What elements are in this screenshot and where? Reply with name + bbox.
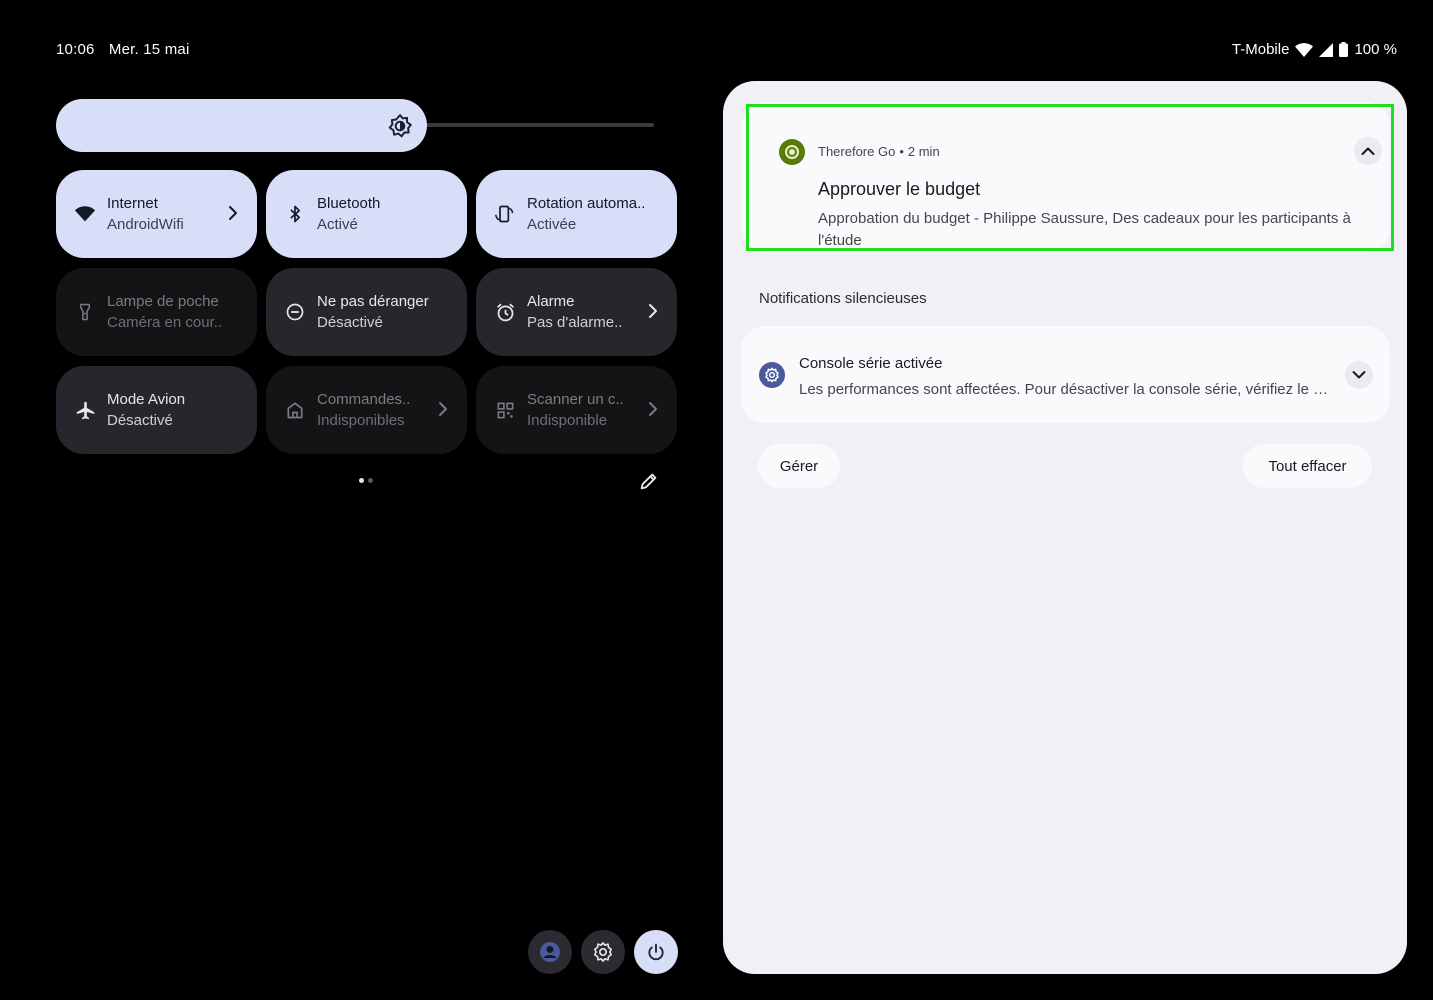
home-icon — [284, 399, 306, 421]
rotation-icon — [494, 203, 516, 225]
chevron-right-icon[interactable] — [227, 204, 239, 222]
flashlight-icon — [74, 301, 96, 323]
notification-therefore-go[interactable]: Therefore Go • 2 min Approuver le budget A… — [742, 102, 1390, 252]
status-bar-left: 10:06 Mer. 15 mai — [56, 41, 189, 58]
tile-text: Scanner un c.. Indisponible — [527, 389, 624, 431]
tile-text: Internet AndroidWifi — [107, 193, 184, 235]
tile-subtitle: Indisponibles — [317, 412, 405, 429]
silent-section-label: Notifications silencieuses — [759, 290, 927, 307]
tile-wifi[interactable]: Internet AndroidWifi — [56, 170, 257, 258]
tile-subtitle: Pas d'alarme.. — [527, 314, 623, 331]
clear-all-button[interactable]: Tout effacer — [1243, 444, 1372, 488]
tile-subtitle: AndroidWifi — [107, 216, 184, 233]
alarm-icon — [494, 301, 516, 323]
therefore-go-app-icon — [779, 139, 805, 165]
silent-notification-body: Les performances sont affectées. Pour dé… — [799, 381, 1329, 398]
qs-pager — [359, 478, 373, 483]
chevron-up-icon — [1361, 147, 1375, 155]
brightness-slider[interactable] — [56, 99, 654, 152]
pager-dot-active — [359, 478, 364, 483]
tile-title: Scanner un c.. — [527, 391, 624, 408]
tile-bluetooth[interactable]: Bluetooth Activé — [266, 170, 467, 258]
settings-button[interactable] — [581, 930, 625, 974]
power-button[interactable] — [634, 930, 678, 974]
tile-title: Commandes.. — [317, 391, 411, 408]
chevron-right-icon[interactable] — [647, 302, 659, 320]
meta-separator: • — [899, 144, 904, 159]
tile-text: Alarme Pas d'alarme.. — [527, 291, 622, 333]
tile-subtitle: Désactivé — [107, 412, 173, 429]
silent-notification-title: Console série activée — [799, 355, 943, 372]
notification-meta: Therefore Go • 2 min — [818, 144, 940, 159]
tile-home[interactable]: Commandes.. Indisponibles — [266, 366, 467, 454]
brightness-icon — [388, 114, 412, 138]
chevron-right-icon[interactable] — [647, 400, 659, 418]
account-icon — [540, 942, 560, 962]
tile-subtitle: Indisponible — [527, 412, 608, 429]
notification-shade: Therefore Go • 2 min Approuver le budget A… — [723, 81, 1407, 974]
tile-title: Ne pas déranger — [317, 293, 429, 310]
tile-text: Rotation automa.. Activée — [527, 193, 645, 235]
tile-alarm[interactable]: Alarme Pas d'alarme.. — [476, 268, 677, 356]
dnd-icon — [284, 301, 306, 323]
date: Mer. 15 mai — [108, 41, 190, 58]
wifi-signal-icon — [1295, 42, 1314, 57]
edit-pencil-icon[interactable] — [638, 470, 660, 492]
tile-title: Alarme — [527, 293, 575, 310]
airplane-icon — [74, 399, 96, 421]
chevron-right-icon[interactable] — [437, 400, 449, 418]
tile-title: Internet — [107, 195, 158, 212]
tile-subtitle: Désactivé — [317, 314, 383, 331]
pager-dot — [368, 478, 373, 483]
tile-text: Ne pas déranger Désactivé — [317, 291, 429, 333]
tile-rotation[interactable]: Rotation automa.. Activée — [476, 170, 677, 258]
tile-flashlight[interactable]: Lampe de poche Caméra en cour.. — [56, 268, 257, 356]
power-icon — [648, 943, 664, 961]
collapse-notification-button[interactable] — [1354, 137, 1382, 165]
manage-button[interactable]: Gérer — [758, 444, 840, 488]
tile-title: Bluetooth — [317, 195, 381, 212]
clock: 10:06 — [56, 41, 95, 58]
carrier: T-Mobile — [1231, 41, 1290, 58]
notification-serial-console[interactable]: Console série activée Les performances s… — [741, 326, 1390, 423]
tile-title: Rotation automa.. — [527, 195, 646, 212]
brightness-fill[interactable] — [56, 99, 427, 152]
tile-text: Bluetooth Activé — [317, 193, 380, 235]
tile-title: Mode Avion — [107, 391, 186, 408]
tile-subtitle: Activée — [527, 216, 577, 233]
qr-code-icon — [494, 399, 516, 421]
tile-subtitle: Activé — [317, 216, 358, 233]
notification-body: Approbation du budget - Philippe Saussur… — [818, 210, 1351, 249]
status-bar-right: T-Mobile 100 % — [1232, 41, 1397, 58]
tile-text: Commandes.. Indisponibles — [317, 389, 410, 431]
tile-qr-code[interactable]: Scanner un c.. Indisponible — [476, 366, 677, 454]
gear-icon — [593, 942, 613, 962]
notification-title: Approuver le budget — [818, 179, 981, 199]
tile-dnd[interactable]: Ne pas déranger Désactivé — [266, 268, 467, 356]
bluetooth-icon — [284, 203, 306, 225]
notification-app-name: Therefore Go — [818, 144, 896, 159]
battery-level: 100 % — [1354, 41, 1397, 58]
tile-title: Lampe de poche — [107, 293, 219, 310]
tile-subtitle: Caméra en cour.. — [107, 314, 223, 331]
console-settings-icon — [759, 362, 785, 388]
user-switcher-button[interactable] — [528, 930, 572, 974]
wifi-icon — [74, 203, 96, 225]
chevron-down-icon — [1352, 371, 1366, 379]
tile-airplane[interactable]: Mode Avion Désactivé — [56, 366, 257, 454]
cell-signal-icon — [1319, 42, 1334, 57]
battery-icon — [1339, 42, 1349, 57]
tile-text: Mode Avion Désactivé — [107, 389, 185, 431]
notification-time: 2 min — [907, 144, 940, 159]
tile-text: Lampe de poche Caméra en cour.. — [107, 291, 222, 333]
expand-notification-button[interactable] — [1345, 361, 1373, 389]
